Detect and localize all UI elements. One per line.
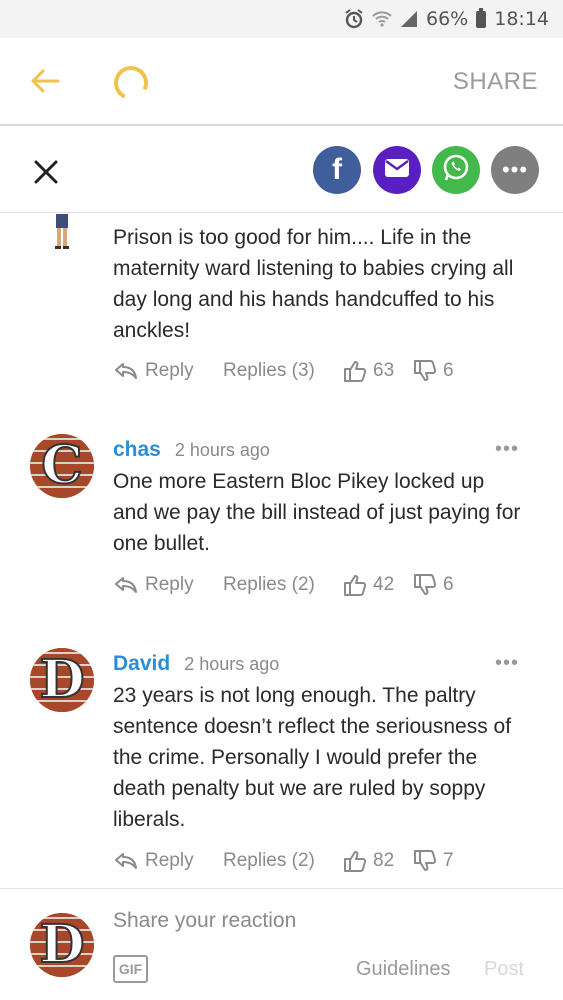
downvote-button[interactable]: 7 — [413, 850, 463, 872]
thumbs-up-icon — [344, 851, 367, 872]
comment-meta: chas 2 hours ago — [113, 438, 270, 462]
more-share-button[interactable]: ••• — [491, 146, 539, 194]
upvote-count: 42 — [373, 574, 395, 595]
comment-actions: Reply Replies (3) 63 6 — [113, 360, 463, 382]
facebook-share-button[interactable]: f — [313, 146, 361, 194]
comment-body: 23 years is not long enough. The paltry … — [113, 684, 512, 831]
reply-label: Reply — [145, 850, 194, 871]
loading-spinner-icon — [109, 61, 153, 105]
reply-label: Reply — [145, 574, 194, 595]
close-icon[interactable] — [32, 158, 60, 186]
clock-time: 18:14 — [494, 8, 549, 30]
comment-actions: Reply Replies (2) 42 6 — [113, 574, 463, 596]
user-avatar[interactable]: D — [30, 648, 94, 712]
share-button[interactable]: SHARE — [453, 68, 538, 96]
comment-actions: Reply Replies (2) 82 7 — [113, 850, 463, 872]
user-avatar[interactable]: C — [30, 434, 94, 498]
timestamp: 2 hours ago — [174, 440, 270, 460]
status-bar: 66% 18:14 — [0, 0, 563, 38]
replies-button[interactable]: Replies (2) — [223, 850, 343, 872]
comment-list: Prison is too good for him.... Life in t… — [0, 214, 563, 886]
comment-composer: D Share your reaction GIF Guidelines Pos… — [0, 888, 563, 1000]
current-user-avatar: D — [30, 913, 94, 977]
reply-button[interactable]: Reply — [113, 574, 223, 596]
replies-button[interactable]: Replies (3) — [223, 360, 343, 382]
downvote-count: 7 — [443, 850, 454, 871]
thumbs-down-icon — [414, 360, 437, 381]
reply-icon — [115, 363, 137, 379]
username[interactable]: chas — [113, 438, 161, 462]
downvote-count: 6 — [443, 360, 454, 381]
more-options-icon[interactable]: ••• — [495, 438, 519, 461]
whatsapp-icon — [441, 153, 471, 188]
replies-button[interactable]: Replies (2) — [223, 574, 343, 596]
alarm-icon — [344, 9, 364, 29]
upvote-count: 82 — [373, 850, 395, 871]
thumbs-down-icon — [414, 574, 437, 595]
reply-label: Reply — [145, 360, 194, 381]
email-share-button[interactable] — [373, 146, 421, 194]
downvote-button[interactable]: 6 — [413, 574, 463, 596]
avatar-letter: C — [40, 435, 83, 496]
timestamp: 2 hours ago — [184, 654, 280, 674]
guidelines-link[interactable]: Guidelines — [356, 958, 451, 981]
share-overlay: f ••• — [0, 128, 563, 213]
upvote-count: 63 — [373, 360, 395, 381]
signal-icon — [400, 10, 418, 28]
upvote-button[interactable]: 42 — [343, 574, 413, 596]
whatsapp-share-button[interactable] — [432, 146, 480, 194]
downvote-button[interactable]: 6 — [413, 360, 463, 382]
wifi-icon — [372, 10, 392, 28]
avatar-letter: D — [38, 649, 85, 710]
back-arrow-icon[interactable] — [28, 66, 62, 96]
app-bar: SHARE — [0, 38, 563, 126]
user-avatar[interactable] — [48, 214, 76, 252]
thumbs-down-icon — [414, 850, 437, 871]
mail-icon — [384, 158, 410, 183]
battery-percent: 66% — [426, 8, 469, 30]
gif-button[interactable]: GIF — [113, 955, 148, 983]
reply-button[interactable]: Reply — [113, 360, 223, 382]
username[interactable]: David — [113, 652, 170, 676]
reply-icon — [115, 853, 137, 869]
comment-body: One more Eastern Bloc Pikey locked up an… — [113, 470, 521, 555]
comment-meta: David 2 hours ago — [113, 652, 279, 676]
reply-icon — [115, 577, 137, 593]
post-button[interactable]: Post — [484, 958, 524, 981]
reply-button[interactable]: Reply — [113, 850, 223, 872]
avatar-letter: D — [38, 914, 85, 975]
thumbs-up-icon — [344, 361, 367, 382]
downvote-count: 6 — [443, 574, 454, 595]
upvote-button[interactable]: 82 — [343, 850, 413, 872]
thumbs-up-icon — [344, 575, 367, 596]
more-options-icon[interactable]: ••• — [495, 652, 519, 675]
reaction-input[interactable]: Share your reaction — [113, 909, 296, 933]
facebook-icon: f — [332, 153, 342, 186]
comment-body: Prison is too good for him.... Life in t… — [113, 226, 514, 342]
upvote-button[interactable]: 63 — [343, 360, 413, 382]
more-options-icon: ••• — [501, 157, 529, 182]
battery-icon — [476, 7, 487, 28]
